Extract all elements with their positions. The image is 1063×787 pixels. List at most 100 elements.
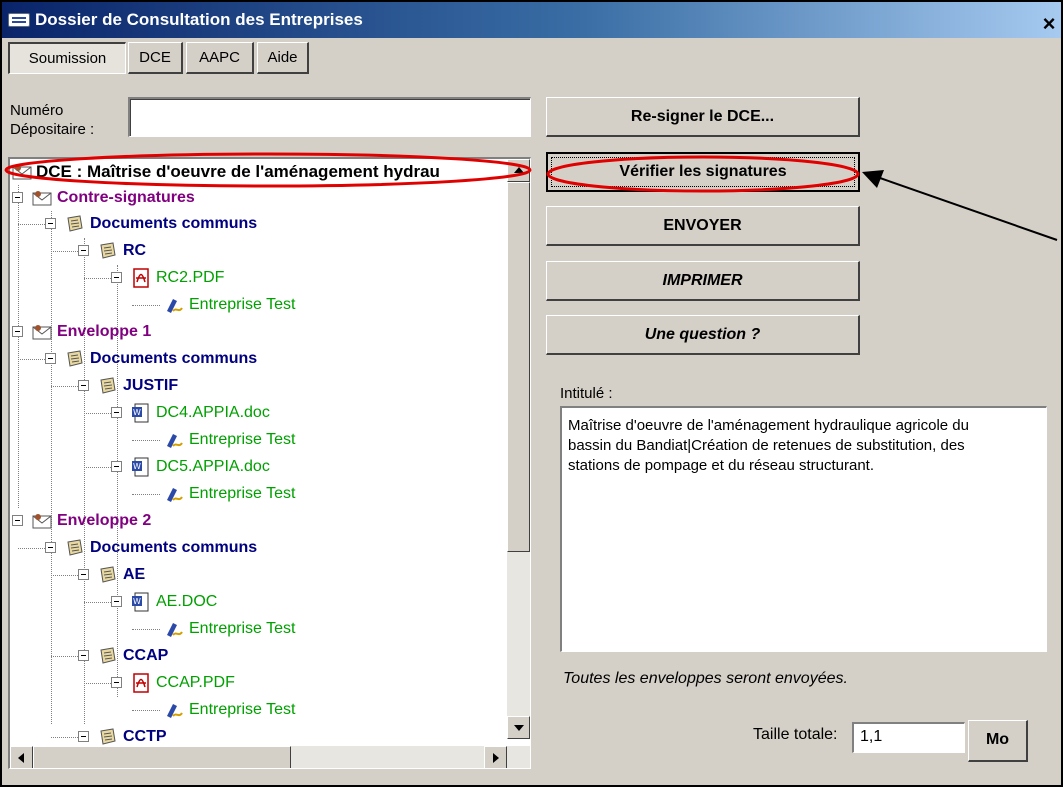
svg-text:W: W xyxy=(133,597,141,606)
signature-icon xyxy=(167,623,183,637)
vertical-scroll-thumb[interactable] xyxy=(507,182,530,552)
tree-node-label: Contre-signatures xyxy=(57,189,195,206)
tree-node-label: AE xyxy=(123,566,146,583)
tree-connector xyxy=(51,386,78,387)
tree-connector xyxy=(132,440,160,441)
folder-icon xyxy=(100,377,116,394)
horizontal-scroll-thumb[interactable] xyxy=(33,746,291,768)
resign-dce-label: Re-signer le DCE... xyxy=(630,108,775,125)
window-title: Dossier de Consultation des Entreprises xyxy=(35,10,363,29)
collapse-toggle-icon[interactable] xyxy=(12,326,23,337)
tree-node-label: AE.DOC xyxy=(156,593,218,610)
folder-icon xyxy=(67,539,83,556)
collapse-toggle-icon[interactable] xyxy=(78,245,89,256)
signature-icon xyxy=(167,299,183,313)
send-label: ENVOYER xyxy=(663,217,742,234)
verify-signatures-button[interactable]: Vérifier les signatures xyxy=(546,152,860,192)
close-button[interactable]: × xyxy=(1035,11,1063,37)
tree-node-label: Entreprise Test xyxy=(189,620,296,637)
svg-text:W: W xyxy=(133,408,141,417)
intitule-label: Intitulé : xyxy=(560,385,613,402)
scroll-down-button[interactable] xyxy=(507,716,530,739)
folder-icon xyxy=(100,647,116,664)
pdf-icon xyxy=(133,268,149,288)
envelope-icon xyxy=(32,514,52,529)
print-button[interactable]: IMPRIMER xyxy=(546,261,860,301)
depositaire-label: Numéro Dépositaire : xyxy=(10,101,94,139)
tree-connector xyxy=(132,710,160,711)
collapse-toggle-icon[interactable] xyxy=(78,731,89,742)
collapse-toggle-icon[interactable] xyxy=(111,677,122,688)
tree-connector xyxy=(51,575,78,576)
collapse-toggle-icon[interactable] xyxy=(111,461,122,472)
tree-node-label: Entreprise Test xyxy=(189,431,296,448)
resign-dce-button[interactable]: Re-signer le DCE... xyxy=(546,97,860,137)
envelopes-info-text: Toutes les enveloppes seront envoyées. xyxy=(563,670,848,687)
unit-mo-button[interactable]: Mo xyxy=(968,720,1028,762)
tree-node-label: Enveloppe 2 xyxy=(57,512,152,529)
depositaire-label-line2: Dépositaire : xyxy=(10,121,95,138)
tree-connector xyxy=(18,224,45,225)
collapse-toggle-icon[interactable] xyxy=(111,272,122,283)
collapse-toggle-icon[interactable] xyxy=(78,650,89,661)
document-tree[interactable]: DCE : Maîtrise d'oeuvre de l'aménagement… xyxy=(8,157,531,769)
tree-node-label: Documents communs xyxy=(90,215,258,232)
intitule-line: stations de pompage et du réseau structu… xyxy=(568,457,875,474)
question-button[interactable]: Une question ? xyxy=(546,315,860,355)
tab-soumission[interactable]: Soumission xyxy=(8,42,126,74)
envelope-icon xyxy=(12,165,32,180)
word-icon: W xyxy=(132,457,149,477)
collapse-toggle-icon[interactable] xyxy=(111,407,122,418)
signature-icon xyxy=(167,434,183,448)
collapse-toggle-icon[interactable] xyxy=(12,192,23,203)
signature-icon xyxy=(167,488,183,502)
chevron-up-icon xyxy=(514,167,524,173)
tab-dce[interactable]: DCE xyxy=(128,42,183,74)
send-button[interactable]: ENVOYER xyxy=(546,206,860,246)
svg-text:W: W xyxy=(133,462,141,471)
signature-icon xyxy=(167,704,183,718)
tab-aapc[interactable]: AAPC xyxy=(186,42,254,74)
tree-node-label: Documents communs xyxy=(90,539,258,556)
collapse-toggle-icon[interactable] xyxy=(12,515,23,526)
collapse-toggle-icon[interactable] xyxy=(45,542,56,553)
collapse-toggle-icon[interactable] xyxy=(78,569,89,580)
intitule-line: Maîtrise d'oeuvre de l'aménagement hydra… xyxy=(568,417,969,434)
depositaire-input[interactable] xyxy=(128,97,531,137)
tab-aide[interactable]: Aide xyxy=(257,42,309,74)
word-icon: W xyxy=(132,592,149,612)
scroll-up-button[interactable] xyxy=(507,159,530,182)
chevron-right-icon xyxy=(493,753,499,763)
tree-connector xyxy=(84,413,111,414)
word-icon: W xyxy=(132,403,149,423)
tree-node-label: JUSTIF xyxy=(123,377,179,394)
tree-node-label: Entreprise Test xyxy=(189,485,296,502)
tree-connector xyxy=(18,548,45,549)
tree-connector xyxy=(51,656,78,657)
title-bar[interactable]: Dossier de Consultation des Entreprises xyxy=(2,2,1061,38)
tree-connector xyxy=(84,683,111,684)
vertical-scrollbar[interactable] xyxy=(507,159,530,739)
total-size-input[interactable]: 1,1 xyxy=(852,722,965,753)
tree-connector xyxy=(84,467,111,468)
tree-node-label: RC2.PDF xyxy=(156,269,225,286)
scroll-right-button[interactable] xyxy=(484,746,507,768)
chevron-left-icon xyxy=(18,753,24,763)
tree-root-label: DCE : Maîtrise d'oeuvre de l'aménagement… xyxy=(36,162,440,181)
collapse-toggle-icon[interactable] xyxy=(45,218,56,229)
tree-node-label: Entreprise Test xyxy=(189,701,296,718)
collapse-toggle-icon[interactable] xyxy=(45,353,56,364)
collapse-toggle-icon[interactable] xyxy=(111,596,122,607)
focus-ring xyxy=(551,157,855,187)
collapse-toggle-icon[interactable] xyxy=(78,380,89,391)
tree-connector xyxy=(51,211,52,724)
tree-node-label: DC5.APPIA.doc xyxy=(156,458,270,475)
tree-connector xyxy=(132,494,160,495)
tree-connector xyxy=(84,278,111,279)
scroll-left-button[interactable] xyxy=(10,746,33,768)
folder-icon xyxy=(100,566,116,583)
folder-icon xyxy=(100,242,116,259)
horizontal-scrollbar[interactable] xyxy=(10,746,530,768)
folder-icon xyxy=(67,215,83,232)
intitule-textarea[interactable]: Maîtrise d'oeuvre de l'aménagement hydra… xyxy=(560,406,1047,652)
